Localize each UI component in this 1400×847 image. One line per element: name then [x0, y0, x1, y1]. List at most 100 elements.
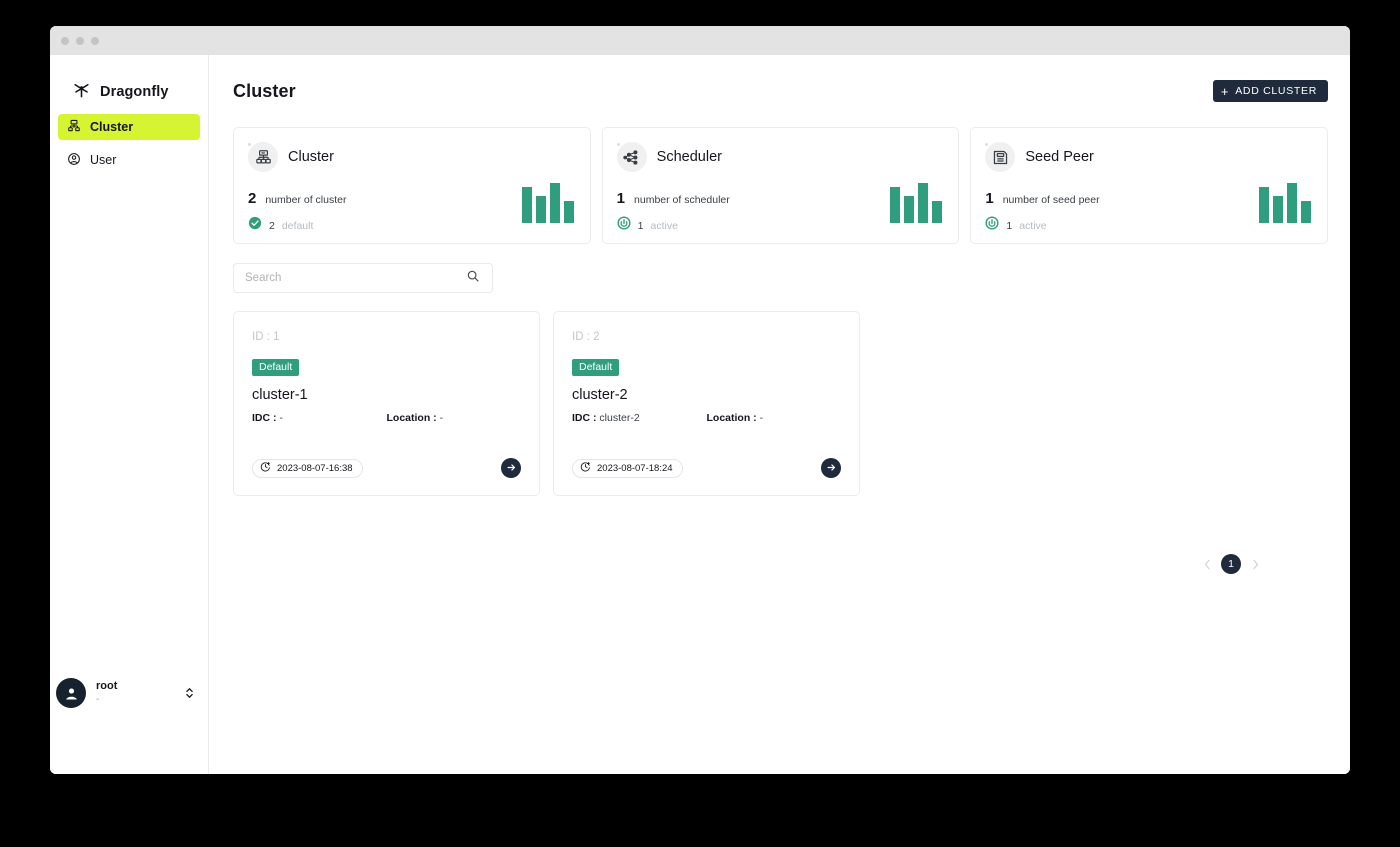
stat-status-label: active — [650, 219, 678, 232]
stat-count-label: number of scheduler — [634, 194, 730, 206]
stat-cards: Cluster 2 number of cluster 2 default Sc… — [233, 127, 1329, 244]
cluster-idc-value: cluster-2 — [599, 412, 640, 424]
stat-count-label: number of cluster — [265, 194, 347, 206]
cluster-open-button[interactable] — [821, 458, 841, 478]
cluster-location-key: Location : — [386, 412, 437, 424]
bar — [890, 187, 901, 223]
stat-status-count: 2 — [269, 219, 275, 232]
sidebar: Dragonfly Cluster User root - — [50, 55, 209, 774]
stat-count: 1 — [985, 190, 994, 207]
page-header: Cluster + ADD CLUSTER — [233, 75, 1328, 107]
search-icon[interactable] — [466, 269, 480, 288]
cluster-card-footer: 2023-08-07-18:24 — [572, 458, 841, 478]
search-box[interactable] — [233, 263, 493, 293]
dragonfly-logo-icon — [72, 80, 91, 104]
bar — [1287, 183, 1298, 223]
cluster-location-key: Location : — [706, 412, 757, 424]
cluster-timestamp: 2023-08-07-16:38 — [252, 458, 363, 478]
stat-status-count: 1 — [637, 219, 644, 232]
sidebar-item-label: User — [90, 152, 117, 167]
cluster-list: ID : 1 Default cluster-1 IDC : - Locatio… — [233, 311, 1328, 496]
sidebar-item-cluster[interactable]: Cluster — [58, 114, 200, 140]
cluster-timestamp: 2023-08-07-18:24 — [572, 458, 683, 478]
power-bulb-icon — [985, 216, 999, 235]
bar — [918, 183, 929, 223]
cluster-location-value: - — [439, 412, 444, 424]
bar — [521, 187, 532, 223]
stat-count-label: number of seed peer — [1002, 194, 1100, 206]
stat-card-title: Seed Peer — [1025, 149, 1094, 165]
user-profile-menu[interactable]: root - — [50, 678, 208, 708]
minimize-window-button[interactable] — [76, 36, 84, 45]
status-badge: Default — [572, 359, 620, 376]
main-content: Cluster + ADD CLUSTER Cluster 2 number o… — [209, 55, 1350, 774]
cluster-id: ID : 2 — [572, 331, 600, 343]
maximize-window-button[interactable] — [91, 36, 99, 45]
clock-plus-icon — [580, 461, 591, 475]
pagination: 1 — [1200, 554, 1262, 574]
plus-icon: + — [1220, 83, 1230, 99]
cluster-icon — [67, 119, 81, 136]
check-circle-icon — [248, 216, 262, 235]
pagination-prev-button[interactable] — [1200, 554, 1214, 574]
cluster-card-footer: 2023-08-07-16:38 — [252, 458, 521, 478]
brand: Dragonfly — [50, 55, 208, 107]
profile-texts: root - — [96, 680, 175, 706]
bar — [535, 196, 546, 223]
app-window: Dragonfly Cluster User root - Cluster + … — [50, 26, 1350, 774]
cluster-icon — [248, 142, 278, 172]
cluster-name: cluster-2 — [572, 387, 628, 403]
stat-card-scheduler: Scheduler 1 number of scheduler 1 active — [601, 127, 960, 244]
stat-card-seed-peer: Seed Peer 1 number of seed peer 1 active — [970, 127, 1329, 244]
stat-bar-chart — [1259, 181, 1312, 223]
pagination-next-button[interactable] — [1248, 554, 1262, 574]
add-cluster-button[interactable]: + ADD CLUSTER — [1212, 80, 1328, 102]
bar — [563, 201, 574, 223]
power-bulb-icon — [617, 216, 631, 235]
stat-status-count: 1 — [1006, 219, 1013, 232]
stat-bar-chart — [521, 181, 574, 223]
stat-status-label: active — [1019, 219, 1047, 232]
profile-name: root — [96, 679, 118, 692]
sidebar-item-label: Cluster — [90, 119, 134, 134]
profile-subtitle: - — [96, 693, 100, 705]
close-window-button[interactable] — [61, 36, 69, 45]
arrow-right-icon — [826, 461, 837, 476]
stat-card-cluster: Cluster 2 number of cluster 2 default — [233, 127, 591, 244]
bar — [1273, 196, 1284, 223]
window-titlebar — [50, 26, 1350, 55]
bar — [1259, 187, 1270, 223]
sidebar-nav: Cluster User — [50, 114, 208, 180]
cluster-id: ID : 1 — [252, 331, 280, 343]
cluster-location: Location : - — [387, 412, 522, 424]
search-input[interactable] — [245, 272, 466, 284]
cluster-idc-key: IDC : — [252, 412, 277, 424]
bar — [904, 196, 915, 223]
cluster-meta: IDC : cluster-2 Location : - — [572, 412, 841, 424]
cluster-location: Location : - — [707, 412, 842, 424]
cluster-name: cluster-1 — [252, 387, 308, 403]
up-down-chevron-icon[interactable] — [185, 686, 194, 700]
stat-status-label: default — [281, 219, 314, 232]
sidebar-item-user[interactable]: User — [58, 147, 200, 173]
cluster-time-text: 2023-08-07-18:24 — [597, 462, 673, 474]
cluster-idc: IDC : cluster-2 — [572, 412, 707, 424]
stat-card-header: Cluster — [248, 142, 574, 172]
cluster-card[interactable]: ID : 1 Default cluster-1 IDC : - Locatio… — [233, 311, 540, 496]
bar — [1301, 201, 1312, 223]
cluster-card[interactable]: ID : 2 Default cluster-2 IDC : cluster-2… — [553, 311, 860, 496]
stat-card-header: Scheduler — [616, 142, 943, 172]
scheduler-nodes-icon — [616, 142, 647, 172]
arrow-right-icon — [506, 461, 517, 476]
cluster-idc-key: IDC : — [572, 412, 597, 424]
avatar — [56, 678, 86, 708]
brand-name: Dragonfly — [100, 84, 169, 100]
stat-bar-chart — [890, 181, 943, 223]
cluster-open-button[interactable] — [501, 458, 521, 478]
pagination-page-1[interactable]: 1 — [1221, 554, 1241, 574]
page-title: Cluster — [233, 80, 296, 101]
add-cluster-label: ADD CLUSTER — [1235, 85, 1317, 97]
cluster-idc: IDC : - — [252, 412, 387, 424]
clock-plus-icon — [260, 461, 271, 475]
stat-count: 1 — [616, 190, 626, 207]
